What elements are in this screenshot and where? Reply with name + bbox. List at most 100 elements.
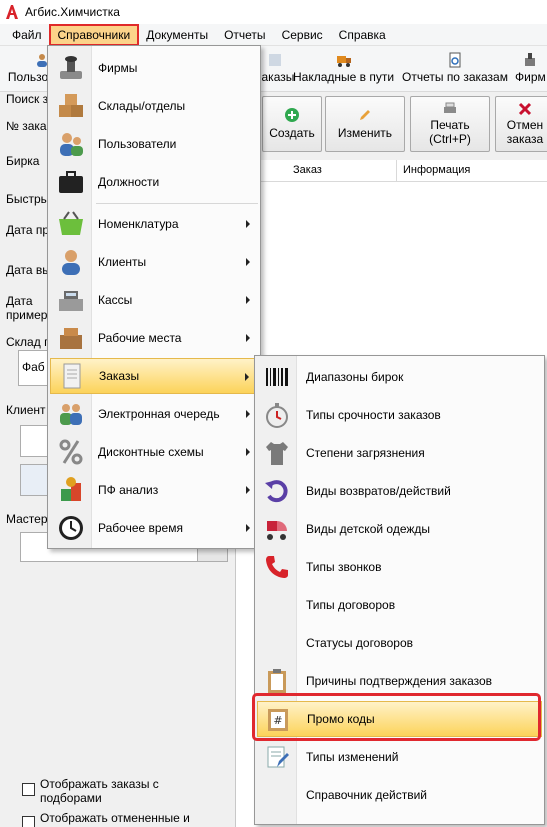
edit-button[interactable]: Изменить [325,96,405,152]
submenu-item-contract-types[interactable]: Типы договоров [257,587,542,623]
warehouse-label: Склад п [6,335,51,349]
toolbar-orders-label: заказы [256,70,295,84]
show-selections-label-2: подборами [40,791,102,805]
analysis-icon [61,477,81,501]
menu-item-label: Номенклатура [98,217,179,231]
date-fitting-label: Дата [6,294,33,308]
menu-item-working-time[interactable]: Рабочее время [50,510,258,546]
submenu-item-soiling-degrees[interactable]: Степени загрязнения [257,435,542,471]
toolbar-firms-button[interactable]: Фирм [515,52,546,88]
menu-item-workplaces[interactable]: Рабочие места [50,320,258,356]
submenu-item-label: Типы звонков [306,560,382,574]
menu-item-users[interactable]: Пользователи [50,126,258,162]
submenu-arrow-icon [246,524,250,532]
title-bar: Агбис.Химчистка [0,0,547,24]
menu-help[interactable]: Справка [331,25,394,45]
menu-documents[interactable]: Документы [138,25,216,45]
report-icon [449,52,461,68]
stamp-icon [60,56,82,79]
shirt-icon [266,442,288,465]
menu-item-pf-analysis[interactable]: ПФ анализ [50,472,258,508]
window-title: Агбис.Химчистка [25,5,120,19]
menu-service[interactable]: Сервис [274,25,331,45]
menu-item-label: Фирмы [98,61,138,75]
scroll-icon [63,363,81,389]
menu-item-clients[interactable]: Клиенты [50,244,258,280]
menu-item-label: Рабочие места [98,331,182,345]
edit-button-label: Изменить [337,126,393,140]
toolbar-waybills-label: Накладные в пути [293,70,395,84]
submenu-item-label: Справочник действий [306,788,427,802]
submenu-item-label: Причины подтверждения заказов [306,674,493,688]
menu-item-label: Рабочее время [98,521,183,535]
toolbar-order-reports-button[interactable]: Отчеты по заказам [402,52,508,88]
menu-item-nomenclature[interactable]: Номенклатура [50,206,258,242]
client-field[interactable] [20,425,48,457]
print-button-shortcut: (Ctrl+P) [429,132,471,146]
column-order[interactable]: Заказ [293,164,322,176]
cancel-order-button[interactable]: Отмен заказа [495,96,547,152]
submenu-item-call-types[interactable]: Типы звонков [257,549,542,585]
column-information[interactable]: Информация [403,164,470,176]
warehouse-select[interactable]: Фаб [18,350,48,386]
submenu-item-return-types[interactable]: Виды возвратов/действий [257,473,542,509]
menu-item-label: Пользователи [98,137,177,151]
submenu-item-urgency-types[interactable]: Типы срочности заказов [257,397,542,433]
menu-item-orders[interactable]: Заказы [50,358,258,394]
clipboard-icon [268,669,286,693]
stroller-icon [267,521,287,540]
client-label: Клиент [6,403,46,417]
menu-item-label: Склады/отделы [98,99,186,113]
submenu-item-actions-reference[interactable]: Справочник действий [257,777,542,813]
menu-item-warehouses[interactable]: Склады/отделы [50,88,258,124]
menu-references[interactable]: Справочники [48,23,140,46]
truck-icon [336,56,351,67]
show-cancelled-label: Отображать отмененные и [40,811,190,825]
toolbar-waybills-button[interactable]: Накладные в пути [293,52,394,88]
menu-item-cash-registers[interactable]: Кассы [50,282,258,318]
percent-icon [59,439,83,465]
show-selections-checkbox[interactable] [22,783,35,796]
promo-codes-callout [252,693,541,741]
toolbar-orders-button[interactable]: заказы [256,52,294,88]
cancel-button-label: Отмен [506,118,544,132]
orders-grid-header: Заказ Информация [236,160,547,182]
menu-bar: Файл Справочники Документы Отчеты Сервис… [0,23,547,46]
menu-reports[interactable]: Отчеты [216,25,273,45]
submenu-item-label: Диапазоны бирок [306,370,404,384]
menu-item-label: ПФ анализ [98,483,159,497]
cancel-button-label-2: заказа [506,132,544,146]
submenu-item-tag-ranges[interactable]: Диапазоны бирок [257,359,542,395]
client-select-button[interactable] [20,464,48,496]
date-fitting-label-2: пример [6,308,48,322]
toolbar-users-button[interactable]: Пользо [6,52,50,88]
submenu-item-change-types[interactable]: Типы изменений [257,739,542,775]
menu-item-discount-schemes[interactable]: Дисконтные схемы [50,434,258,470]
date-issued-label: Дата вы [6,263,51,277]
menu-item-positions[interactable]: Должности [50,164,258,200]
menu-item-label: Кассы [98,293,133,307]
date-received-label: Дата пр [6,223,50,237]
submenu-item-contract-statuses[interactable]: Статусы договоров [257,625,542,661]
menu-file[interactable]: Файл [4,25,50,45]
menu-item-label: Заказы [99,369,140,383]
tag-label: Бирка [6,154,40,168]
menu-item-firms[interactable]: Фирмы [50,50,258,86]
submenu-item-label: Статусы договоров [306,636,413,650]
submenu-arrow-icon [246,448,250,456]
submenu-arrow-icon [245,373,249,381]
show-cancelled-checkbox[interactable] [22,816,35,827]
firms-icon [525,53,536,66]
clock-icon [59,516,83,540]
stopwatch-icon [266,403,288,428]
submenu-arrow-icon [246,296,250,304]
create-button[interactable]: Создать [262,96,322,152]
submenu-item-kids-clothing[interactable]: Виды детской одежды [257,511,542,547]
basket-icon [59,211,83,235]
x-icon [518,102,532,116]
submenu-item-label: Виды детской одежды [306,522,431,536]
submenu-item-label: Степени загрязнения [306,446,425,460]
submenu-arrow-icon [246,258,250,266]
print-button[interactable]: Печать (Ctrl+P) [410,96,490,152]
menu-item-e-queue[interactable]: Электронная очередь [50,396,258,432]
